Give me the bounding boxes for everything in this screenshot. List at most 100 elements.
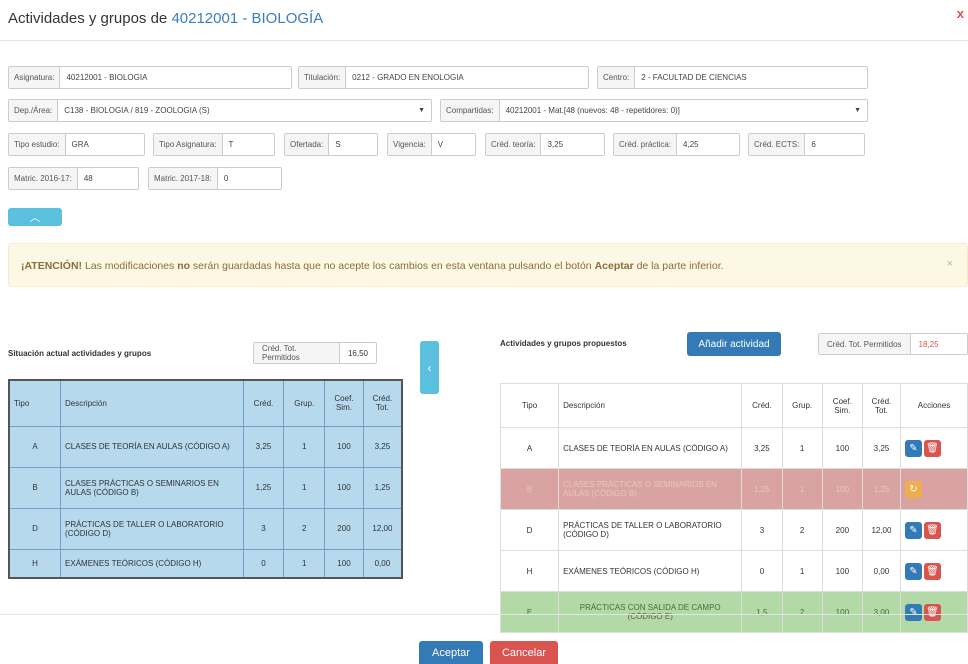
- cell-grup: 1: [781, 427, 823, 469]
- trash-icon[interactable]: 🗑: [923, 603, 941, 621]
- table-row: B CLASES PRÁCTICAS O SEMINARIOS EN AULAS…: [8, 466, 403, 509]
- matric-2017-field: Matric. 2017-18: 0: [148, 167, 282, 190]
- cell-coef: 200: [821, 509, 863, 551]
- copy-left-button[interactable]: ‹: [420, 341, 439, 394]
- table-row: E PRÁCTICAS CON SALIDA DE CAMPO (CÓDIGO …: [499, 591, 968, 633]
- cell-cred-tot: 0,00: [362, 548, 403, 579]
- cell-cred-tot: 0,00: [861, 550, 901, 592]
- matric-2016-field: Matric. 2016-17: 48: [8, 167, 139, 190]
- cancel-button[interactable]: Cancelar: [490, 641, 558, 664]
- alert-close-icon[interactable]: ×: [947, 258, 953, 270]
- cell-tipo: D: [8, 507, 62, 550]
- current-section-title: Situación actual actividades y grupos: [8, 349, 152, 358]
- cell-cred: 3,25: [242, 425, 285, 468]
- trash-icon[interactable]: 🗑: [923, 562, 941, 580]
- right-cred-total: Créd. Tot. Permitidos 18,25: [818, 333, 968, 355]
- compartidas-value: 40212001 - Mat.[48 (nuevos: 48 - repetid…: [505, 106, 680, 115]
- dep-area-label: Dep./Área:: [9, 100, 59, 121]
- cell-tipo: B: [8, 466, 62, 509]
- cell-tipo: H: [8, 548, 62, 579]
- right-cred-label: Créd. Tot. Permitidos: [819, 334, 911, 354]
- alert-strong: ¡ATENCIÓN!: [21, 260, 83, 272]
- table-row: H EXÁMENES TEÓRICOS (CÓDIGO H) 0 1 100 0…: [8, 548, 403, 579]
- vigencia-label: Vigencia:: [388, 134, 432, 155]
- column-header: Coef. Sim.: [821, 383, 863, 428]
- column-header: Grup.: [781, 383, 823, 428]
- close-icon[interactable]: x: [957, 6, 964, 21]
- column-header: Créd.: [242, 379, 285, 427]
- column-header: Grup.: [283, 379, 326, 427]
- cell-coef: 100: [324, 425, 364, 468]
- cell-grup: 1: [781, 468, 823, 510]
- undo-icon[interactable]: ↻: [904, 480, 922, 498]
- cell-grup: 2: [781, 591, 823, 633]
- trash-icon[interactable]: 🗑: [923, 439, 941, 457]
- asignatura-value: 40212001 - BIOLOGIA: [66, 73, 148, 82]
- centro-label: Centro:: [598, 67, 636, 88]
- alert-aceptar: Aceptar: [594, 260, 634, 272]
- tipo-estudio-field: Tipo estudio: GRA: [8, 133, 145, 156]
- column-header: Créd. Tot.: [362, 379, 403, 427]
- cell-descripcion: CLASES DE TEORÍA EN AULAS (CÓDIGO A): [558, 427, 743, 469]
- column-header: Créd.: [741, 383, 783, 428]
- cell-tipo: B: [499, 468, 560, 510]
- warning-alert: ¡ATENCIÓN! Las modificaciones no serán g…: [8, 243, 968, 287]
- cell-cred: 1,25: [242, 466, 285, 509]
- matric-2016-value: 48: [83, 174, 93, 183]
- left-cred-label: Créd. Tot. Permitidos: [254, 343, 340, 363]
- cell-coef: 200: [324, 507, 364, 550]
- compartidas-label: Compartidas:: [441, 100, 500, 121]
- left-cred-total: Créd. Tot. Permitidos 16,50: [253, 342, 377, 364]
- cell-cred: 0: [741, 550, 783, 592]
- cred-practica-value: 4,25: [683, 140, 699, 149]
- column-header: Créd. Tot.: [861, 383, 901, 428]
- alert-text-1: Las modificaciones: [82, 260, 178, 272]
- cell-tipo: A: [8, 425, 62, 468]
- tipo-estudio-label: Tipo estudio:: [9, 134, 66, 155]
- compartidas-caret-icon: ▼: [854, 107, 861, 114]
- matric-2017-label: Matric. 2017-18:: [149, 168, 218, 189]
- cell-tipo: A: [499, 427, 560, 469]
- cell-acciones: ↻: [899, 468, 968, 510]
- cell-coef: 100: [324, 548, 364, 579]
- titulacion-value: 0212 - GRADO EN ENOLOGIA: [352, 73, 464, 82]
- title-subject-code: 40212001 - BIOLOGÍA: [171, 10, 324, 27]
- compartidas-select[interactable]: Compartidas: 40212001 - Mat.[48 (nuevos:…: [440, 99, 868, 122]
- alert-no: no: [177, 260, 191, 272]
- matric-2017-value: 0: [223, 174, 229, 183]
- cell-descripcion: PRÁCTICAS CON SALIDA DE CAMPO (CÓDIGO E): [558, 591, 743, 633]
- cell-descripcion: CLASES DE TEORÍA EN AULAS (CÓDIGO A): [60, 425, 244, 468]
- add-activity-button[interactable]: Añadir actividad: [687, 332, 781, 356]
- right-cred-value: 18,25: [918, 339, 939, 349]
- asignatura-field: Asignatura: 40212001 - BIOLOGIA: [8, 66, 292, 89]
- ofertada-field: Ofertada: S: [284, 133, 378, 156]
- alert-text-2: serán guardadas hasta que no acepte los …: [190, 260, 595, 272]
- dep-area-select[interactable]: Dep./Área: C138 - BIOLOGIA / 819 - ZOOLO…: [8, 99, 432, 122]
- tipo-asignatura-field: Tipo Asignatura: T: [153, 133, 275, 156]
- cell-descripcion: CLASES PRÁCTICAS O SEMINARIOS EN AULAS (…: [558, 468, 743, 510]
- edit-icon[interactable]: ✎: [904, 521, 922, 539]
- collapse-button[interactable]: ︿: [8, 208, 62, 226]
- cell-grup: 1: [283, 548, 326, 579]
- cell-cred: 3: [242, 507, 285, 550]
- edit-icon[interactable]: ✎: [904, 562, 922, 580]
- current-activities-table: Tipo Descripción Créd. Grup. Coef. Sim. …: [8, 379, 403, 579]
- cred-teoria-field: Créd. teoría: 3,25: [485, 133, 605, 156]
- cell-cred: 3: [741, 509, 783, 551]
- trash-icon[interactable]: 🗑: [923, 521, 941, 539]
- table-row: B CLASES PRÁCTICAS O SEMINARIOS EN AULAS…: [499, 468, 968, 510]
- cell-coef: 100: [821, 591, 863, 633]
- cell-descripcion: PRÁCTICAS DE TALLER O LABORATORIO (CÓDIG…: [60, 507, 244, 550]
- cred-practica-label: Créd. práctica:: [614, 134, 678, 155]
- header-divider: [0, 40, 968, 41]
- cell-descripcion: EXÁMENES TEÓRICOS (CÓDIGO H): [558, 550, 743, 592]
- column-header: Acciones: [899, 383, 968, 428]
- left-cred-value: 16,50: [347, 348, 368, 358]
- edit-icon[interactable]: ✎: [904, 439, 922, 457]
- accept-button[interactable]: Aceptar: [419, 641, 483, 664]
- cell-cred-tot: 3,25: [362, 425, 403, 468]
- edit-icon[interactable]: ✎: [904, 603, 922, 621]
- cred-practica-field: Créd. práctica: 4,25: [613, 133, 740, 156]
- title-prefix: Actividades y grupos de: [8, 10, 168, 27]
- cell-cred-tot: 12,00: [861, 509, 901, 551]
